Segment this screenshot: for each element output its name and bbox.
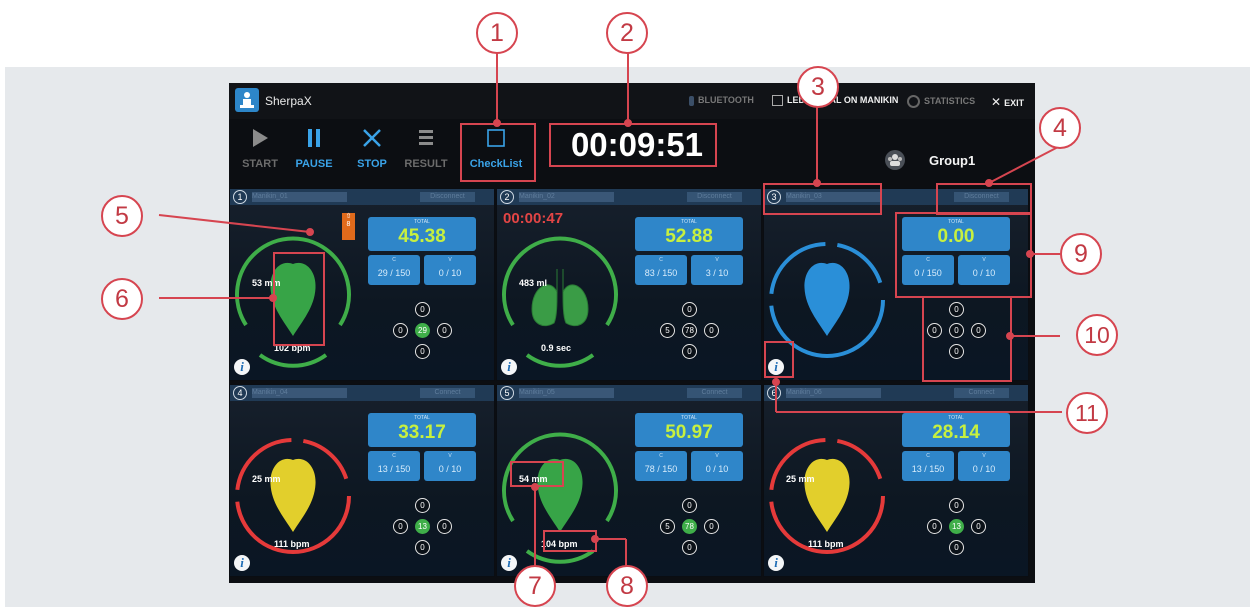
callout-8: 8 [606,565,648,607]
callout-2: 2 [606,12,648,54]
callout-4: 4 [1039,107,1081,149]
callout-leader-lines [158,53,1062,568]
callout-5: 5 [101,195,143,237]
callout-11: 11 [1066,392,1108,434]
screenshot-canvas: SherpaX BLUETOOTH LED SIGNAL ON MANIKIN … [0,0,1253,607]
callout-3: 3 [797,66,839,108]
callout-6: 6 [101,278,143,320]
callout-7: 7 [514,565,556,607]
callout-9: 9 [1060,233,1102,275]
callout-1: 1 [476,12,518,54]
callout-10: 10 [1076,314,1118,356]
